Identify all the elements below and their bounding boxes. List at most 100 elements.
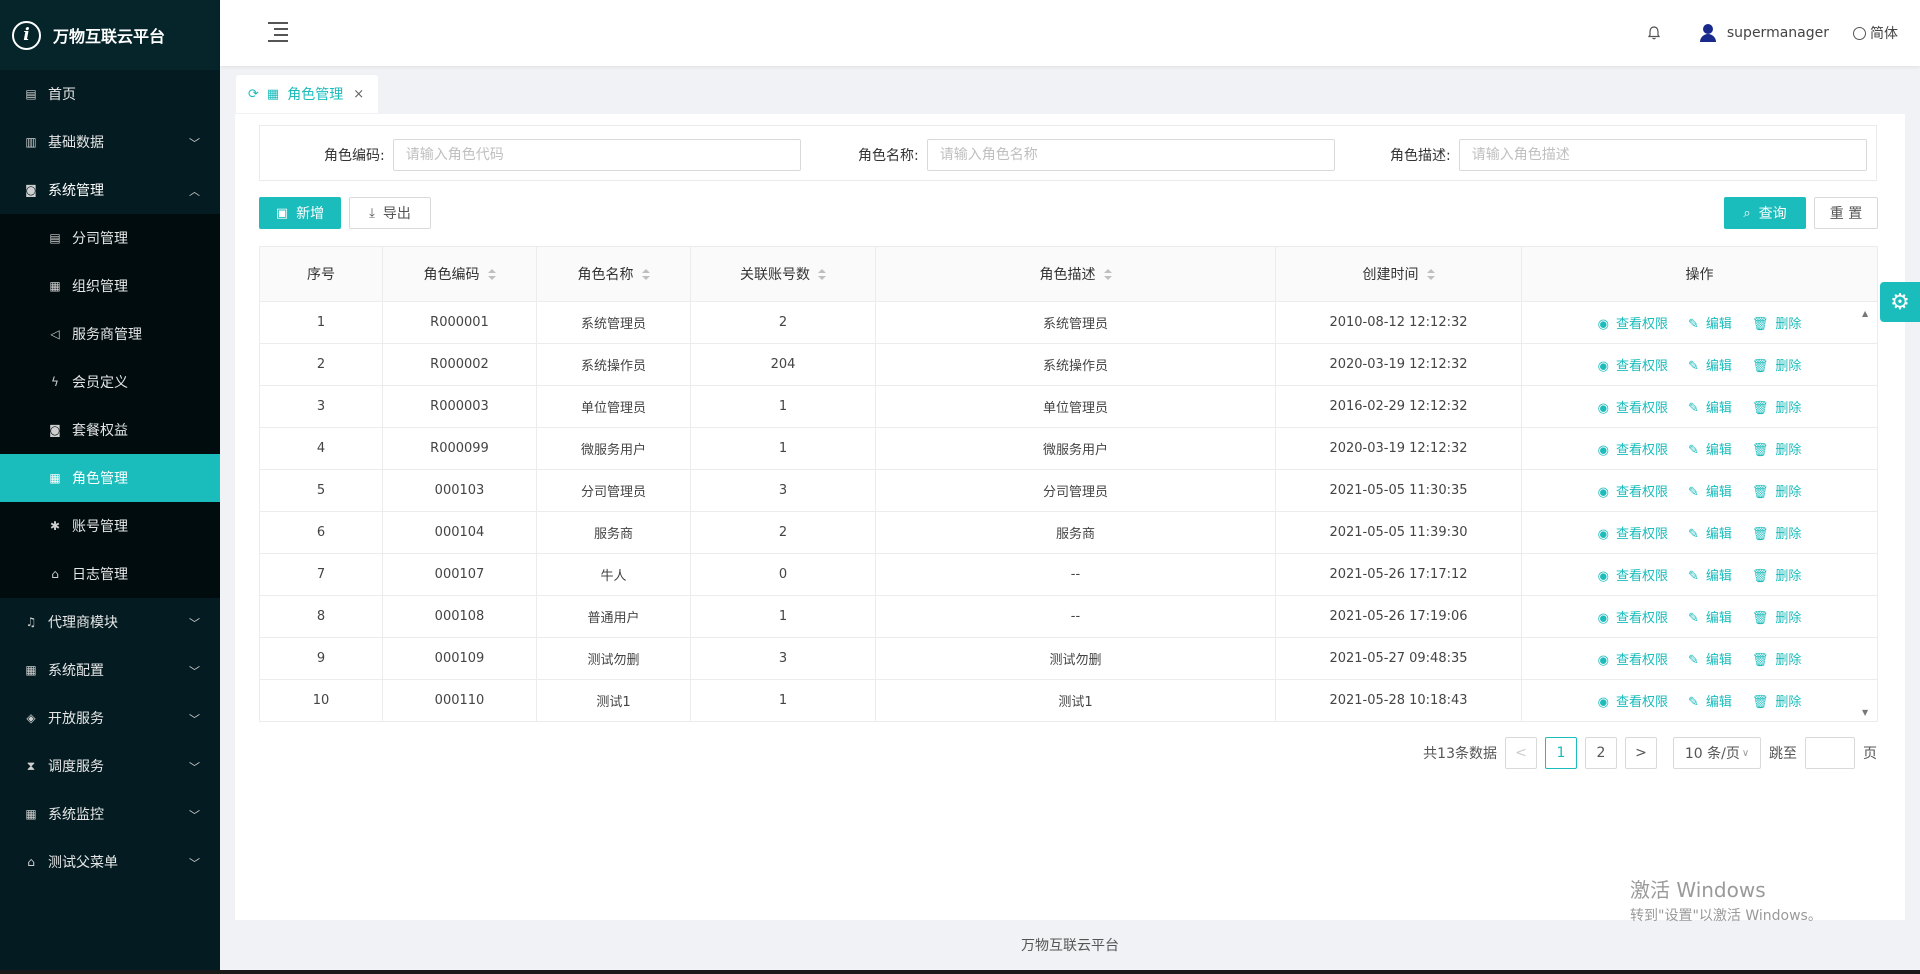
table-cell: 1 xyxy=(690,427,876,470)
tab-role-management[interactable]: ⟳ ▦ 角色管理 × xyxy=(236,75,378,113)
calendar-icon: ▤ xyxy=(25,87,37,101)
role-desc-input[interactable] xyxy=(1458,139,1867,171)
sidebar-item-6[interactable]: ⧗ 调度服务 ﹀ xyxy=(0,742,220,790)
sidebar-item-1[interactable]: ▥ 基础数据 ﹀ xyxy=(0,118,220,166)
sidebar-subitem-7[interactable]: ⌂ 日志管理 xyxy=(0,550,220,598)
view-permission-link[interactable]: ◉ 查看权限 xyxy=(1593,401,1673,416)
jump-input[interactable] xyxy=(1805,737,1855,769)
language-switch[interactable]: 简体 xyxy=(1853,23,1898,43)
edit-link[interactable]: ✎ 编辑 xyxy=(1683,653,1737,668)
user-avatar-icon[interactable] xyxy=(1699,24,1717,42)
refresh-icon[interactable]: ⟳ xyxy=(248,87,259,102)
edit-link[interactable]: ✎ 编辑 xyxy=(1683,401,1737,416)
column-header-4[interactable]: 角色描述 xyxy=(875,246,1276,302)
sidebar-subitem-4[interactable]: ◙ 套餐权益 xyxy=(0,406,220,454)
edit-link[interactable]: ✎ 编辑 xyxy=(1683,569,1737,584)
edit-link[interactable]: ✎ 编辑 xyxy=(1683,527,1737,542)
delete-link[interactable]: 🗑 删除 xyxy=(1747,443,1807,458)
sidebar-subitem-0[interactable]: ▤ 分司管理 xyxy=(0,214,220,262)
next-page-button[interactable]: > xyxy=(1625,737,1657,769)
username[interactable]: supermanager xyxy=(1727,25,1829,41)
page-size-select[interactable]: 10 条/页 ∨ xyxy=(1673,737,1761,769)
sidebar-subitem-2[interactable]: ◁ 服务商管理 xyxy=(0,310,220,358)
settings-gear-icon[interactable]: ⚙ xyxy=(1880,282,1920,322)
delete-link[interactable]: 🗑 删除 xyxy=(1747,611,1807,626)
edit-link[interactable]: ✎ 编辑 xyxy=(1683,695,1737,710)
sort-icon[interactable] xyxy=(487,269,496,281)
page-2-button[interactable]: 2 xyxy=(1585,737,1617,769)
export-button[interactable]: ⤓ 导出 xyxy=(349,197,431,229)
edit-link[interactable]: ✎ 编辑 xyxy=(1683,611,1737,626)
column-header-3[interactable]: 关联账号数 xyxy=(690,246,876,302)
sidebar-item-4[interactable]: ▦ 系统配置 ﹀ xyxy=(0,646,220,694)
edit-link[interactable]: ✎ 编辑 xyxy=(1683,485,1737,500)
table-scrollbar[interactable]: ▲ ▼ xyxy=(1859,301,1874,721)
eye-icon: ◉ xyxy=(1597,317,1609,332)
table-cell: 2 xyxy=(690,511,876,554)
role-code-input[interactable] xyxy=(392,139,801,171)
delete-link[interactable]: 🗑 删除 xyxy=(1747,527,1807,542)
delete-link[interactable]: 🗑 删除 xyxy=(1747,695,1807,710)
query-button[interactable]: ⌕ 查询 xyxy=(1724,197,1806,229)
grid-icon: ▦ xyxy=(25,663,37,677)
edit-link[interactable]: ✎ 编辑 xyxy=(1683,443,1737,458)
sort-icon[interactable] xyxy=(641,269,650,281)
sort-icon[interactable] xyxy=(1426,269,1435,281)
trash-icon: 🗑 xyxy=(1751,443,1769,458)
table-header: 序号 角色编码 角色名称 关联账号数 角色描述 创建时间 操作 xyxy=(259,246,1878,302)
role-name-input[interactable] xyxy=(926,139,1335,171)
delete-link[interactable]: 🗑 删除 xyxy=(1747,485,1807,500)
sidebar-item-0[interactable]: ▤ 首页 xyxy=(0,70,220,118)
edit-link[interactable]: ✎ 编辑 xyxy=(1683,359,1737,374)
scroll-down-icon[interactable]: ▼ xyxy=(1862,708,1868,717)
delete-link[interactable]: 🗑 删除 xyxy=(1747,653,1807,668)
table-cell: 3 xyxy=(259,385,383,428)
edit-link[interactable]: ✎ 编辑 xyxy=(1683,317,1737,332)
chevron-down-icon: ﹀ xyxy=(189,137,200,150)
view-permission-link[interactable]: ◉ 查看权限 xyxy=(1593,695,1673,710)
delete-link[interactable]: 🗑 删除 xyxy=(1747,569,1807,584)
sidebar-item-8[interactable]: ⌂ 测试父菜单 ﹀ xyxy=(0,838,220,886)
sidebar-subitem-6[interactable]: ✱ 账号管理 xyxy=(0,502,220,550)
close-icon[interactable]: × xyxy=(353,87,364,102)
view-permission-link[interactable]: ◉ 查看权限 xyxy=(1593,569,1673,584)
logo[interactable]: i 万物互联云平台 xyxy=(0,0,220,70)
column-header-1[interactable]: 角色编码 xyxy=(382,246,537,302)
view-permission-link[interactable]: ◉ 查看权限 xyxy=(1593,359,1673,374)
sidebar-subitem-1[interactable]: ▦ 组织管理 xyxy=(0,262,220,310)
sidebar-subitem-5[interactable]: ▦ 角色管理 xyxy=(0,454,220,502)
delete-link[interactable]: 🗑 删除 xyxy=(1747,359,1807,374)
sidebar-item-5[interactable]: ◈ 开放服务 ﹀ xyxy=(0,694,220,742)
table-cell: -- xyxy=(875,595,1276,638)
view-permission-link[interactable]: ◉ 查看权限 xyxy=(1593,527,1673,542)
prev-page-button[interactable]: < xyxy=(1505,737,1537,769)
column-header-2[interactable]: 角色名称 xyxy=(536,246,691,302)
page-1-button[interactable]: 1 xyxy=(1545,737,1577,769)
table-cell: 10 xyxy=(259,679,383,722)
sidebar-item-2[interactable]: ◙ 系统管理 ︿ xyxy=(0,166,220,214)
sort-icon[interactable] xyxy=(818,269,826,281)
column-header-5[interactable]: 创建时间 xyxy=(1275,246,1522,302)
menu-fold-icon[interactable] xyxy=(268,22,288,42)
column-header-6: 操作 xyxy=(1521,246,1878,302)
trash-icon: 🗑 xyxy=(1751,401,1769,416)
table-row: 5 000103 分司管理员 3 分司管理员 2021-05-05 11:30:35 ◉ 查看… xyxy=(259,469,1878,512)
add-button[interactable]: ▣ 新增 xyxy=(259,197,341,229)
view-permission-link[interactable]: ◉ 查看权限 xyxy=(1593,317,1673,332)
sidebar-item-3[interactable]: ♫ 代理商模块 ﹀ xyxy=(0,598,220,646)
sidebar-item-7[interactable]: ▦ 系统监控 ﹀ xyxy=(0,790,220,838)
reset-button[interactable]: 重 置 xyxy=(1814,197,1878,229)
bell-icon[interactable] xyxy=(1647,26,1661,40)
view-permission-link[interactable]: ◉ 查看权限 xyxy=(1593,443,1673,458)
view-permission-link[interactable]: ◉ 查看权限 xyxy=(1593,611,1673,626)
view-permission-link[interactable]: ◉ 查看权限 xyxy=(1593,485,1673,500)
sort-icon[interactable] xyxy=(1103,269,1112,281)
delete-link[interactable]: 🗑 删除 xyxy=(1747,317,1807,332)
delete-link[interactable]: 🗑 删除 xyxy=(1747,401,1807,416)
scroll-up-icon[interactable]: ▲ xyxy=(1862,309,1868,318)
eye-icon: ◉ xyxy=(1597,401,1609,416)
filter-panel: 角色编码: 角色名称: 角色描述: xyxy=(259,125,1877,181)
home-icon: ⌂ xyxy=(51,567,59,581)
view-permission-link[interactable]: ◉ 查看权限 xyxy=(1593,653,1673,668)
sidebar-subitem-3[interactable]: ϟ 会员定义 xyxy=(0,358,220,406)
